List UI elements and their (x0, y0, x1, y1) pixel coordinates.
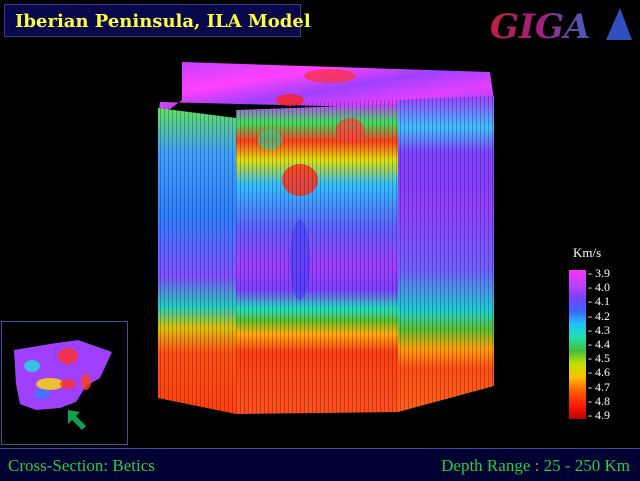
legend-label: - 4.3 (588, 322, 610, 337)
svg-text:GIGA: GIGA (490, 7, 590, 44)
legend-unit: Km/s (573, 245, 602, 260)
top-anomaly (304, 69, 356, 83)
cross-section-arrow-icon (68, 410, 86, 430)
legend-label: - 4.0 (588, 280, 610, 295)
legend-labels: - 3.9 - 4.0 - 4.1 - 4.2 - 4.3 - 4.4 - 4.… (588, 266, 610, 422)
color-scale-bar (569, 270, 586, 419)
legend-label: - 4.9 (588, 407, 610, 422)
location-minimap[interactable] (1, 321, 128, 445)
status-bar: Cross-Section: Betics Depth Range : 25 -… (0, 448, 640, 481)
page-title: Iberian Peninsula, ILA Model (15, 11, 311, 32)
legend-label: - 4.5 (588, 351, 610, 366)
title-panel: Iberian Peninsula, ILA Model (4, 4, 311, 37)
depth-range-label: Depth Range : 25 - 250 Km (441, 456, 630, 475)
cross-section-label: Cross-Section: Betics (8, 456, 155, 475)
legend-label: - 4.7 (588, 379, 610, 394)
legend-label: - 4.2 (588, 308, 610, 323)
legend-label: - 3.9 (588, 266, 610, 280)
legend-label: - 4.6 (588, 365, 610, 380)
giga-logo: GIGA (490, 7, 632, 44)
legend-label: - 4.1 (588, 294, 610, 309)
legend-label: - 4.4 (588, 336, 610, 351)
legend-label: - 4.8 (588, 393, 610, 408)
